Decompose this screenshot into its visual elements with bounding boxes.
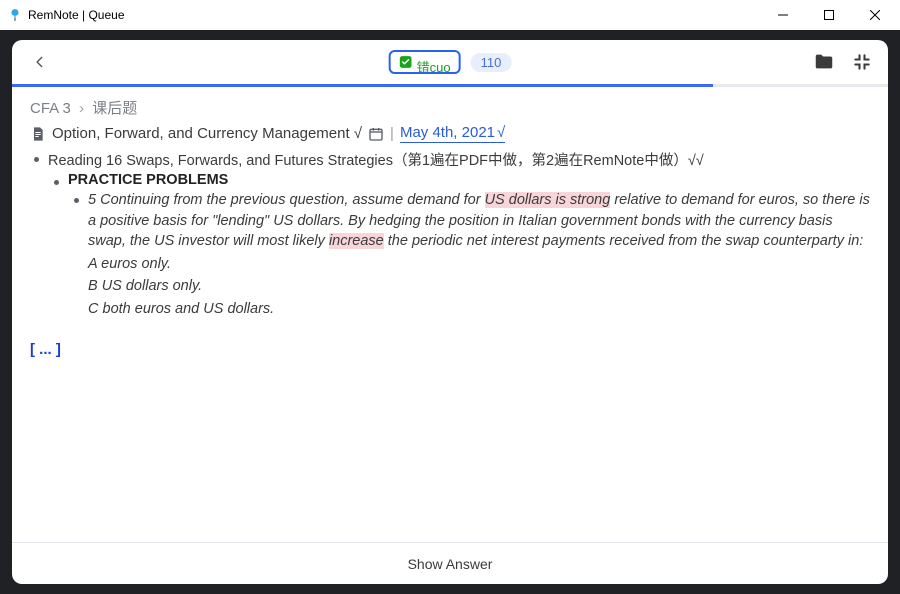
cloze-placeholder[interactable]: [ ... ] [30,341,870,358]
window-title: RemNote | Queue [28,8,125,22]
card-content: CFA 3 › 课后题 Option, Forward, and Currenc… [12,87,888,542]
breadcrumb[interactable]: CFA 3 › 课后题 [30,97,870,118]
queue-panel: 错cuo 110 CFA 3 › 课后题 [12,40,888,584]
reading-item: Reading 16 Swaps, Forwards, and Futures … [34,149,870,170]
breadcrumb-root[interactable]: CFA 3 [30,100,71,117]
progress-bar [12,84,888,87]
document-title[interactable]: Option, Forward, and Currency Management… [52,125,362,142]
close-button[interactable] [852,0,898,30]
back-button[interactable] [26,48,54,76]
show-answer-button[interactable]: Show Answer [408,556,493,572]
document-icon [30,126,46,142]
collapse-icon[interactable] [850,50,874,74]
section-item: PRACTICE PROBLEMS [54,172,870,188]
highlight-2: increase [329,233,384,249]
queue-footer: Show Answer [12,542,888,584]
question-item: 5 Continuing from the previous question,… [74,190,870,319]
document-header: Option, Forward, and Currency Management… [30,124,870,143]
app-logo-icon [8,8,22,22]
calendar-icon [368,126,384,142]
queue-toolbar: 错cuo 110 [12,40,888,84]
queue-count[interactable]: 110 [471,53,512,72]
progress-fill [12,84,713,87]
choice-b: B US dollars only. [88,276,870,297]
queue-tag-label: 错cuo [417,57,451,75]
maximize-button[interactable] [806,0,852,30]
check-icon [399,55,413,69]
window-titlebar: RemNote | Queue [0,0,900,30]
app-frame: 错cuo 110 CFA 3 › 课后题 [0,30,900,594]
highlight-1: US dollars is strong [485,192,611,208]
choice-a: A euros only. [88,254,870,275]
queue-tag[interactable]: 错cuo [389,50,461,74]
breadcrumb-sep: › [79,100,84,117]
breadcrumb-leaf[interactable]: 课后题 [92,100,137,117]
minimize-button[interactable] [760,0,806,30]
folder-icon[interactable] [812,50,836,74]
choice-c: C both euros and US dollars. [88,299,870,320]
document-date[interactable]: May 4th, 2021√ [400,124,505,143]
